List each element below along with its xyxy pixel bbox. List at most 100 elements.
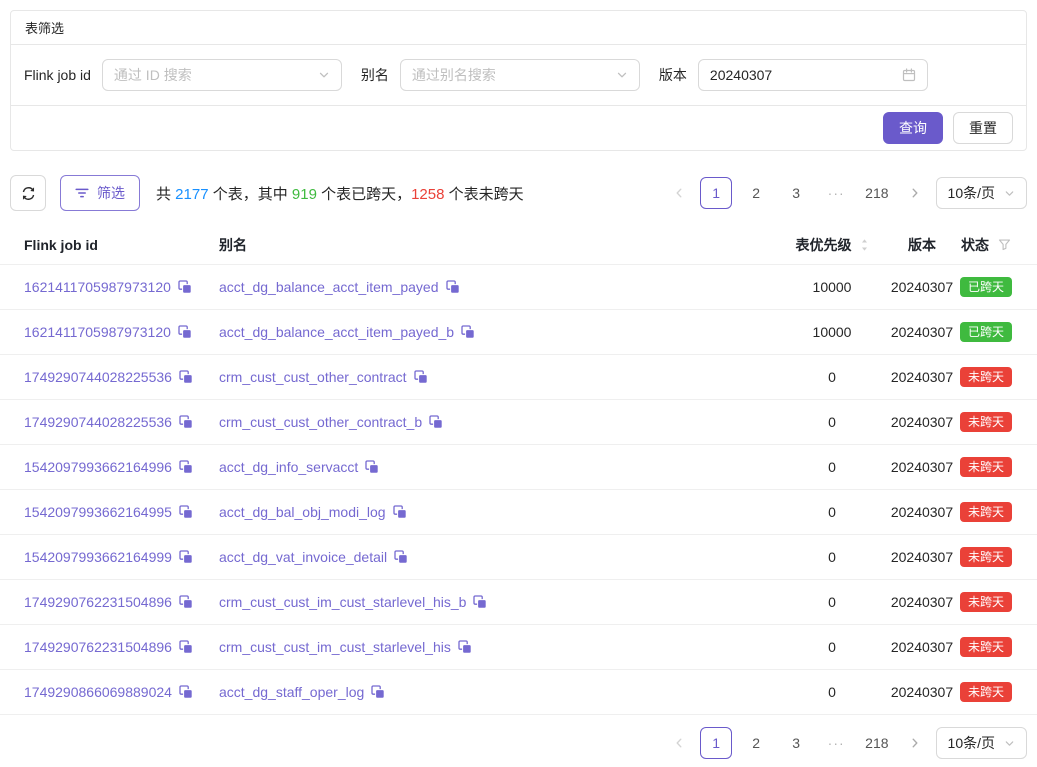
- cell-status: 未跨天: [957, 682, 1015, 702]
- cell-status: 未跨天: [957, 457, 1015, 477]
- alias-link[interactable]: crm_cust_cust_other_contract: [219, 369, 407, 385]
- flink-job-id-link[interactable]: 1749290744028225536: [24, 369, 172, 385]
- reset-button[interactable]: 重置: [953, 112, 1013, 144]
- copy-icon[interactable]: [179, 460, 193, 474]
- copy-icon[interactable]: [179, 640, 193, 654]
- page-button[interactable]: 2: [740, 727, 772, 759]
- status-badge: 未跨天: [960, 457, 1012, 477]
- page-button[interactable]: 2: [740, 177, 772, 209]
- version-date-input[interactable]: 20240307: [698, 59, 928, 91]
- sort-icon[interactable]: [860, 238, 869, 252]
- copy-icon[interactable]: [179, 550, 193, 564]
- chevron-down-icon: [318, 69, 330, 81]
- query-button[interactable]: 查询: [883, 112, 943, 144]
- table-summary: 共 2177 个表，其中 919 个表已跨天，1258 个表未跨天: [156, 183, 524, 204]
- alias-select[interactable]: 通过别名搜索: [400, 59, 640, 91]
- cell-alias: acct_dg_balance_acct_item_payed: [219, 279, 777, 295]
- filter-toggle-button[interactable]: 筛选: [60, 175, 140, 211]
- column-header-priority[interactable]: 表优先级: [777, 235, 887, 255]
- next-page-button[interactable]: [902, 177, 928, 209]
- flink-job-id-link[interactable]: 1621411705987973120: [24, 279, 171, 295]
- copy-icon[interactable]: [394, 550, 408, 564]
- flink-job-id-link[interactable]: 1749290762231504896: [24, 594, 172, 610]
- copy-icon[interactable]: [178, 280, 192, 294]
- cell-priority: 0: [777, 459, 887, 475]
- cell-version: 20240307: [887, 369, 957, 385]
- column-header-status[interactable]: 状态: [957, 235, 1015, 255]
- column-header-status-label: 状态: [961, 235, 989, 255]
- copy-icon[interactable]: [371, 685, 385, 699]
- alias-link[interactable]: crm_cust_cust_other_contract_b: [219, 414, 422, 430]
- flink-job-id-link[interactable]: 1749290744028225536: [24, 414, 172, 430]
- cell-alias: crm_cust_cust_other_contract_b: [219, 414, 777, 430]
- cell-version: 20240307: [887, 459, 957, 475]
- page-button[interactable]: 3: [780, 177, 812, 209]
- alias-link[interactable]: acct_dg_balance_acct_item_payed_b: [219, 324, 454, 340]
- copy-icon[interactable]: [458, 640, 472, 654]
- alias-link[interactable]: crm_cust_cust_im_cust_starlevel_his_b: [219, 594, 466, 610]
- pagination-top: 123···218 10条/页: [666, 177, 1027, 209]
- alias-link[interactable]: acct_dg_staff_oper_log: [219, 684, 364, 700]
- column-header-alias: 别名: [219, 235, 777, 255]
- page-button[interactable]: 1: [700, 727, 732, 759]
- copy-icon[interactable]: [429, 415, 443, 429]
- flink-job-id-link[interactable]: 1749290762231504896: [24, 639, 172, 655]
- flink-job-id-link[interactable]: 1542097993662164999: [24, 549, 172, 565]
- copy-icon[interactable]: [179, 595, 193, 609]
- page-size-value: 10条/页: [948, 183, 995, 203]
- flink-job-id-select[interactable]: 通过 ID 搜索: [102, 59, 342, 91]
- cell-flink-job-id: 1749290866069889024: [24, 684, 219, 700]
- status-badge: 未跨天: [960, 367, 1012, 387]
- copy-icon[interactable]: [179, 370, 193, 384]
- cell-alias: acct_dg_info_servacct: [219, 459, 777, 475]
- data-table: Flink job id 别名 表优先级 版本 状态 1621411705987…: [0, 225, 1037, 715]
- prev-page-button[interactable]: [666, 177, 692, 209]
- summary-part: 个表，其中: [209, 186, 292, 203]
- alias-link[interactable]: crm_cust_cust_im_cust_starlevel_his: [219, 639, 451, 655]
- flink-job-id-link[interactable]: 1621411705987973120: [24, 324, 171, 340]
- status-badge: 未跨天: [960, 682, 1012, 702]
- table-row: 1749290762231504896 crm_cust_cust_im_cus…: [0, 580, 1037, 625]
- copy-icon[interactable]: [178, 325, 192, 339]
- alias-link[interactable]: acct_dg_balance_acct_item_payed: [219, 279, 439, 295]
- copy-icon[interactable]: [446, 280, 460, 294]
- filter-form: Flink job id 通过 ID 搜索 别名 通过别名搜索 版本 20240…: [11, 45, 1026, 106]
- cell-alias: acct_dg_staff_oper_log: [219, 684, 777, 700]
- summary-part: 个表已跨天，: [317, 186, 411, 203]
- refresh-button[interactable]: [10, 175, 46, 211]
- flink-job-id-link[interactable]: 1542097993662164995: [24, 504, 172, 520]
- page-button[interactable]: 1: [700, 177, 732, 209]
- page-ellipsis: ···: [820, 177, 852, 209]
- alias-link[interactable]: acct_dg_vat_invoice_detail: [219, 549, 387, 565]
- cell-priority: 10000: [777, 324, 887, 340]
- flink-job-id-link[interactable]: 1542097993662164996: [24, 459, 172, 475]
- cell-priority: 0: [777, 369, 887, 385]
- table-row: 1621411705987973120 acct_dg_balance_acct…: [0, 265, 1037, 310]
- copy-icon[interactable]: [365, 460, 379, 474]
- column-header-version: 版本: [887, 235, 957, 255]
- flink-job-id-link[interactable]: 1749290866069889024: [24, 684, 172, 700]
- prev-page-button[interactable]: [666, 727, 692, 759]
- copy-icon[interactable]: [179, 685, 193, 699]
- filter-card: 表筛选 Flink job id 通过 ID 搜索 别名 通过别名搜索 版本: [10, 10, 1027, 151]
- page-button[interactable]: 218: [860, 177, 893, 209]
- page-button[interactable]: 218: [860, 727, 893, 759]
- page-button[interactable]: 3: [780, 727, 812, 759]
- copy-icon[interactable]: [473, 595, 487, 609]
- cell-version: 20240307: [887, 549, 957, 565]
- copy-icon[interactable]: [393, 505, 407, 519]
- cell-priority: 0: [777, 594, 887, 610]
- page-size-select[interactable]: 10条/页: [936, 177, 1027, 209]
- filter-funnel-icon[interactable]: [998, 238, 1011, 251]
- pagination-bottom: 123···21810条/页: [666, 727, 1027, 759]
- alias-link[interactable]: acct_dg_bal_obj_modi_log: [219, 504, 386, 520]
- copy-icon[interactable]: [179, 505, 193, 519]
- copy-icon[interactable]: [414, 370, 428, 384]
- column-header-flink-job-id: Flink job id: [24, 237, 219, 253]
- table-row: 1749290744028225536 crm_cust_cust_other_…: [0, 400, 1037, 445]
- next-page-button[interactable]: [902, 727, 928, 759]
- alias-link[interactable]: acct_dg_info_servacct: [219, 459, 358, 475]
- page-size-select[interactable]: 10条/页: [936, 727, 1027, 759]
- copy-icon[interactable]: [179, 415, 193, 429]
- copy-icon[interactable]: [461, 325, 475, 339]
